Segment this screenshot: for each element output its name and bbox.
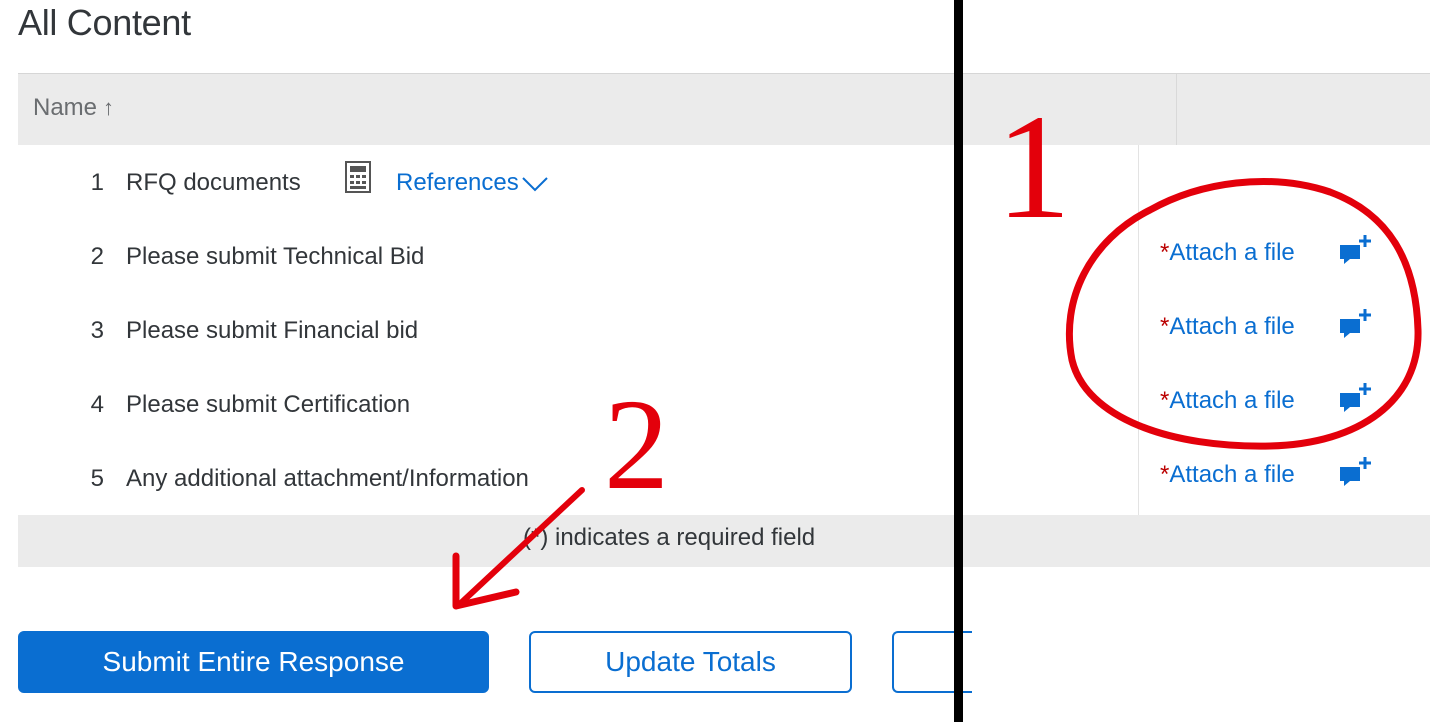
screenshot-divider-line [954,0,963,722]
add-comment-icon[interactable] [1338,233,1372,267]
column-header-name-label: Name [33,94,98,121]
add-comment-icon[interactable] [1338,381,1372,415]
row-name: Please submit Financial bid [126,317,419,344]
cell-divider [1138,219,1139,293]
attach-file-label: Attach a file [1169,239,1295,266]
arrow-up-icon[interactable]: ↑ [103,95,114,120]
row-number: 5 [90,465,104,492]
row-number: 3 [90,317,104,344]
attach-file-link[interactable]: *Attach a file [1160,239,1295,267]
annotation-number-1: 1 [996,84,1071,250]
references-label: References [396,169,519,196]
table-row: 1 RFQ documents References [18,145,1430,220]
column-divider [1176,74,1177,146]
attach-file-link[interactable]: *Attach a file [1160,461,1295,489]
chevron-down-icon [522,176,548,192]
submit-entire-response-button[interactable]: Submit Entire Response [18,631,489,693]
row-name: Any additional attachment/Information [126,465,529,492]
cell-divider [1138,367,1139,441]
cell-divider [1138,441,1139,515]
row-number: 4 [90,391,104,418]
required-field-note: (*) indicates a required field [18,515,1430,567]
required-marker: * [1160,387,1170,414]
attach-file-label: Attach a file [1169,461,1295,488]
required-field-note-text: (*) indicates a required field [523,524,816,551]
cell-divider [1138,293,1139,367]
required-marker: * [1160,461,1170,488]
update-totals-button[interactable]: Update Totals [529,631,852,693]
table-row: 2 Please submit Technical Bid *Attach a … [18,219,1430,294]
table-row: 4 Please submit Certification *Attach a … [18,367,1430,442]
page-title: All Content [18,2,191,43]
table-row: 5 Any additional attachment/Information … [18,441,1430,516]
table-row: 3 Please submit Financial bid *Attach a … [18,293,1430,368]
attach-file-label: Attach a file [1169,387,1295,414]
attach-file-label: Attach a file [1169,313,1295,340]
cell-divider [1138,145,1139,219]
row-name: Please submit Certification [126,391,411,418]
add-comment-icon[interactable] [1338,307,1372,341]
row-number: 1 [90,169,104,196]
row-name: Please submit Technical Bid [126,243,425,270]
attach-file-link[interactable]: *Attach a file [1160,387,1295,415]
document-icon[interactable] [344,161,372,193]
table-header: Name ↑ [18,73,1430,147]
references-dropdown[interactable]: References [396,169,549,197]
annotation-number-2: 2 [604,373,669,517]
required-marker: * [1160,239,1170,266]
attach-file-link[interactable]: *Attach a file [1160,313,1295,341]
row-name: RFQ documents [126,169,301,196]
row-number: 2 [90,243,104,270]
add-comment-icon[interactable] [1338,455,1372,489]
required-marker: * [1160,313,1170,340]
column-header-name[interactable]: Name ↑ [33,94,114,122]
